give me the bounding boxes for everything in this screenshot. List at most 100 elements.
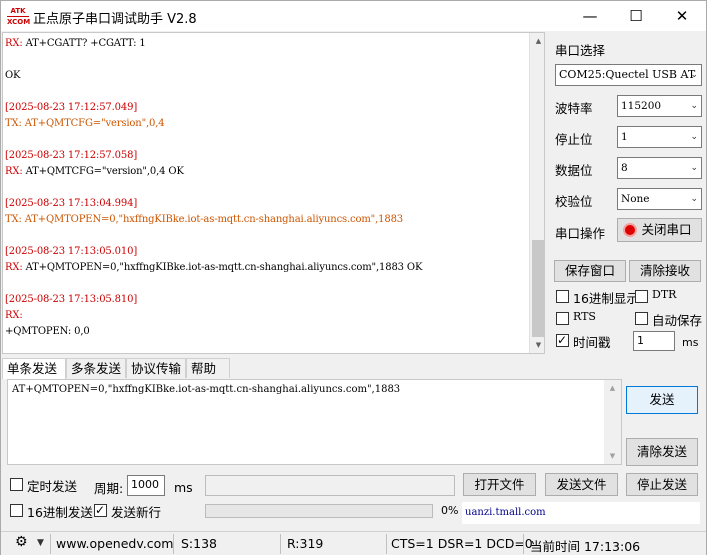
tab-multi-send[interactable]: 多条发送 (66, 358, 126, 378)
title-bar: ATK XCOM 正点原子串口调试助手 V2.8 — ☐ ✕ (1, 1, 706, 31)
receive-line: RX: AT+QMTCFG="version",0,4 OK (5, 164, 525, 180)
receive-scrollbar[interactable]: ▲ ▼ (529, 33, 544, 353)
stopbits-value: 1 (621, 131, 628, 143)
divider (523, 534, 524, 554)
stop-send-button[interactable]: 停止发送 (626, 473, 698, 496)
send-newline-checkbox[interactable] (94, 503, 107, 517)
gear-icon[interactable]: ⚙ (15, 534, 28, 550)
databits-label: 数据位 (555, 163, 593, 178)
receive-line (5, 180, 525, 196)
auto-save-checkbox[interactable] (635, 312, 648, 325)
receive-log: RX: AT+CGATT? +CGATT: 1 OK [2025-08-23 17:… (5, 36, 525, 340)
databits-value: 8 (621, 162, 628, 174)
receive-line: [2025-08-23 17:12:57.058] (5, 150, 138, 161)
scroll-thumb[interactable] (532, 240, 544, 337)
website-link[interactable]: www.openedv.com (56, 536, 173, 551)
rx-content: AT+QMTOPEN=0,"hxffngKIBke.iot-as-mqtt.cn… (22, 262, 423, 273)
scroll-down-arrow-icon[interactable]: ▼ (604, 448, 621, 464)
receive-line (5, 228, 525, 244)
tab-single-send[interactable]: 单条发送 (2, 358, 66, 379)
hex-display-label: 16进制显示 (573, 291, 639, 306)
databits-combo[interactable]: 8 ⌄ (617, 157, 702, 179)
maximize-button[interactable]: ☐ (613, 1, 659, 31)
receive-textarea[interactable]: RX: AT+CGATT? +CGATT: 1 OK [2025-08-23 17:… (2, 32, 545, 354)
open-file-button[interactable]: 打开文件 (463, 473, 536, 496)
divider (50, 534, 51, 554)
file-path-input[interactable] (205, 475, 455, 496)
tab-help[interactable]: 帮助 (186, 358, 230, 378)
receive-count: R:319 (287, 536, 324, 551)
scroll-up-arrow-icon[interactable]: ▲ (604, 380, 621, 396)
app-logo-icon: ATK XCOM (7, 6, 30, 26)
send-text: AT+QMTOPEN=0,"hxffngKIBke.iot-as-mqtt.cn… (12, 384, 401, 395)
baud-value: 115200 (621, 100, 662, 112)
clear-receive-button[interactable]: 清除接收 (629, 260, 701, 282)
chevron-down-icon[interactable]: ▼ (37, 538, 44, 548)
app-window: ATK XCOM 正点原子串口调试助手 V2.8 — ☐ ✕ RX: AT+CG… (0, 0, 707, 555)
port-select-label: 串口选择 (555, 43, 606, 58)
hex-display-checkbox[interactable] (556, 290, 569, 303)
chevron-down-icon: ⌄ (690, 70, 698, 80)
ad-link[interactable]: uanzi.tmall.com (462, 502, 700, 524)
parity-combo[interactable]: None ⌄ (617, 188, 702, 210)
divider (280, 534, 281, 554)
chevron-down-icon: ⌄ (690, 132, 698, 142)
timed-send-label: 定时发送 (27, 479, 78, 494)
chevron-down-icon: ⌄ (690, 194, 698, 204)
window-title: 正点原子串口调试助手 V2.8 (33, 12, 197, 27)
receive-line: TX: AT+QMTOPEN=0,"hxffngKIBke.iot-as-mqt… (5, 214, 404, 225)
dtr-checkbox[interactable] (635, 290, 648, 303)
tab-protocol[interactable]: 协议传输 (126, 358, 186, 378)
scroll-down-arrow-icon[interactable]: ▼ (530, 337, 544, 353)
current-time: 当前时间 17:13:06 (530, 539, 641, 554)
clear-send-button[interactable]: 清除发送 (626, 438, 698, 466)
port-select-combo[interactable]: COM25:Quectel USB AT ⌄ (555, 64, 702, 86)
receive-line: +QMTOPEN: 0,0 (5, 326, 90, 337)
baud-combo[interactable]: 115200 ⌄ (617, 95, 702, 117)
receive-line: [2025-08-23 17:13:05.010] (5, 246, 138, 257)
rx-prefix: RX: (5, 262, 23, 273)
parity-value: None (621, 193, 650, 205)
rts-checkbox[interactable] (556, 312, 569, 325)
receive-line (5, 84, 525, 100)
rx-prefix: RX: (5, 38, 23, 49)
receive-line: [2025-08-23 17:13:05.810] (5, 294, 138, 305)
scroll-up-arrow-icon[interactable]: ▲ (530, 33, 544, 49)
receive-line (5, 276, 525, 292)
rx-content: AT+QMTCFG="version",0,4 OK (22, 166, 184, 177)
auto-save-label: 自动保存 (652, 313, 703, 328)
timestamp-checkbox[interactable] (556, 333, 569, 347)
close-port-button[interactable]: 关闭串口 (617, 218, 702, 242)
receive-line: TX: AT+QMTCFG="version",0,4 (5, 118, 165, 129)
period-label: 周期: (94, 481, 124, 496)
send-button[interactable]: 发送 (626, 386, 698, 414)
hex-send-checkbox[interactable] (10, 504, 23, 517)
receive-line: [2025-08-23 17:13:04.994] (5, 198, 138, 209)
rx-content: AT+CGATT? +CGATT: 1 (22, 38, 146, 49)
send-textarea[interactable]: AT+QMTOPEN=0,"hxffngKIBke.iot-as-mqtt.cn… (7, 379, 622, 465)
send-progress-bar (205, 504, 433, 518)
save-window-button[interactable]: 保存窗口 (554, 260, 626, 282)
receive-line: RX: AT+QMTOPEN=0,"hxffngKIBke.iot-as-mqt… (5, 260, 525, 276)
logo-top-text: ATK (10, 7, 26, 15)
chevron-down-icon: ⌄ (690, 101, 698, 111)
send-count: S:138 (181, 536, 218, 551)
hex-send-label: 16进制发送 (27, 505, 93, 520)
receive-line: [2025-08-23 17:12:57.049] (5, 102, 138, 113)
divider (173, 534, 174, 554)
stopbits-combo[interactable]: 1 ⌄ (617, 126, 702, 148)
timestamp-label: 时间戳 (573, 335, 611, 350)
receive-line (5, 52, 525, 68)
rts-label: RTS (573, 310, 596, 323)
receive-line: RX: (5, 310, 23, 321)
timed-send-checkbox[interactable] (10, 478, 23, 491)
dtr-label: DTR (652, 288, 677, 301)
period-input[interactable]: 1000 (127, 475, 165, 496)
baud-label: 波特率 (555, 101, 593, 116)
minimize-button[interactable]: — (567, 1, 613, 31)
send-scrollbar[interactable]: ▲ ▼ (604, 380, 621, 464)
timestamp-ms-unit: ms (682, 336, 699, 349)
timestamp-ms-input[interactable]: 1 (633, 331, 675, 351)
close-window-button[interactable]: ✕ (659, 1, 705, 31)
send-file-button[interactable]: 发送文件 (545, 473, 618, 496)
